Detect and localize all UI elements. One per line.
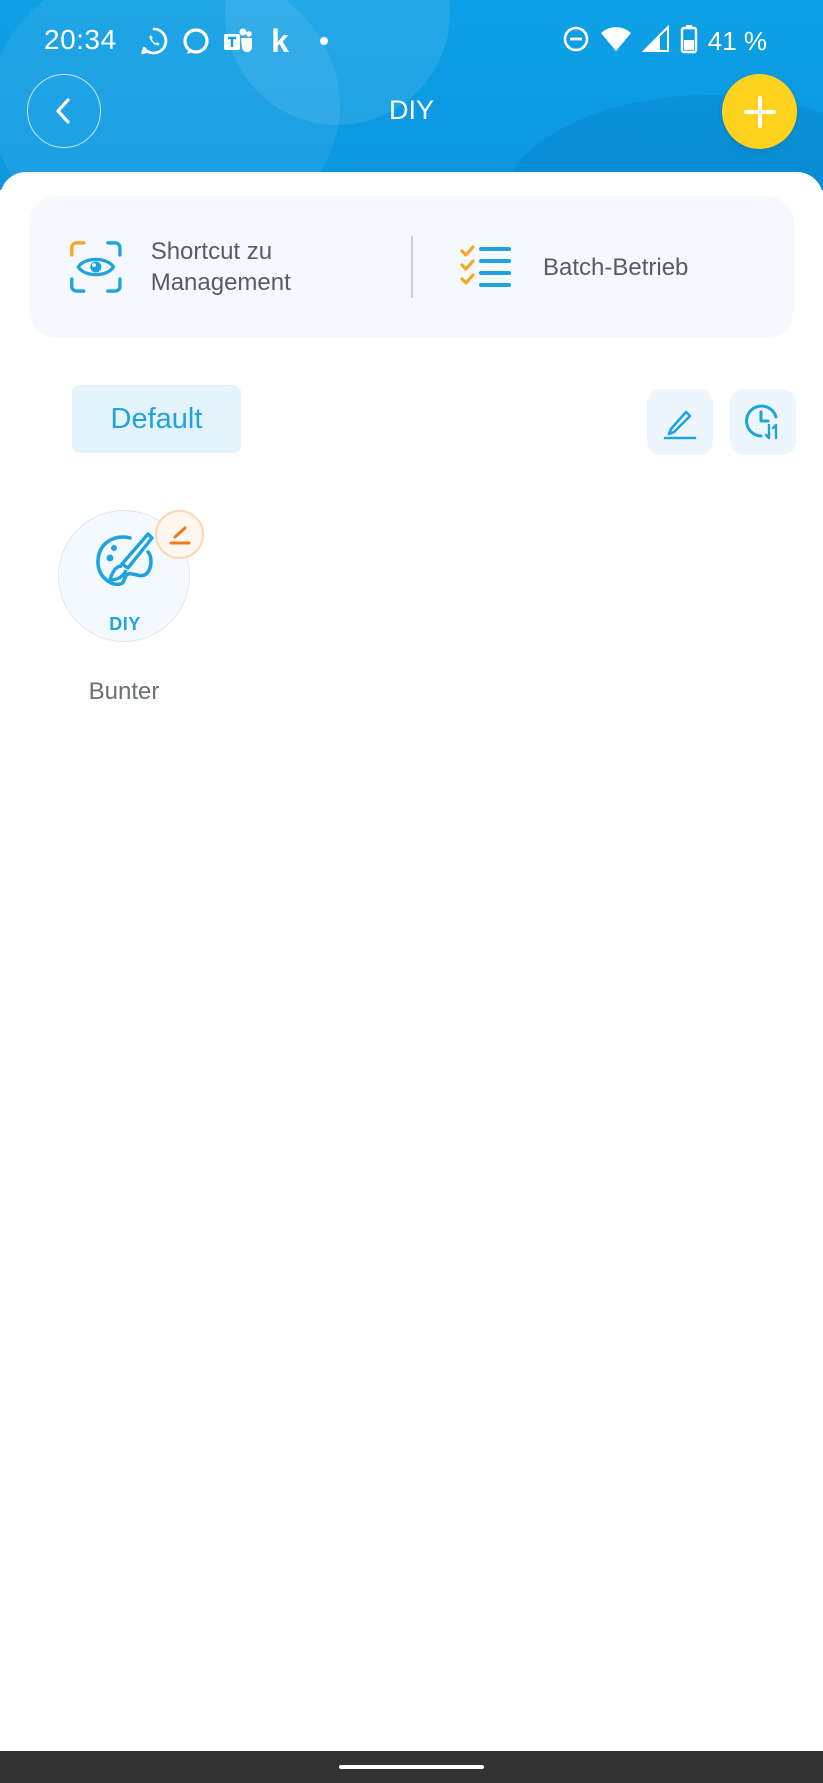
clock-sort-icon: [745, 404, 778, 440]
scene-type-badge: DIY: [109, 614, 141, 634]
shortcut-management-label: Shortcut zu Management: [150, 238, 291, 296]
content-panel: Shortcut zu Management Batch-Betrieb Def…: [0, 172, 823, 1752]
scene-edit-button[interactable]: [155, 510, 204, 559]
status-time: 20:34: [44, 24, 117, 55]
screen: 20:34 k 41 % DIY Shortcut zu Management …: [0, 0, 823, 1783]
notification-icons: k: [138, 24, 328, 58]
shortcut-management-button[interactable]: Shortcut zu Management: [69, 196, 399, 338]
pencil-icon: [663, 410, 697, 440]
scene-name: Bunter: [88, 678, 160, 705]
edit-icon: [169, 526, 190, 544]
battery-icon: [680, 24, 698, 59]
teams-icon: [222, 25, 254, 57]
group-tab-default[interactable]: Default: [72, 385, 241, 453]
checklist-icon: [460, 245, 511, 287]
page-title: DIY: [388, 95, 434, 125]
palette-brush-icon: [96, 532, 154, 587]
cell-signal-icon: [641, 24, 670, 58]
divider: [411, 236, 413, 298]
system-icons: 41 %: [562, 24, 767, 58]
batch-operation-label: Batch-Betrieb: [543, 253, 689, 281]
kleinanzeigen-icon: k: [271, 23, 289, 59]
alexa-icon: [180, 25, 212, 57]
navigation-bar: [0, 1751, 823, 1783]
wifi-icon: [600, 25, 632, 58]
whatsapp-icon: [138, 25, 170, 57]
header: 20:34 k 41 % DIY: [0, 0, 823, 190]
scene-item[interactable]: DIY Bunter: [58, 510, 204, 705]
status-bar: 20:34 k 41 %: [0, 0, 823, 84]
add-scene-button[interactable]: [722, 74, 797, 149]
quick-actions-card: Shortcut zu Management Batch-Betrieb: [29, 196, 794, 338]
battery-percent: 41 %: [707, 25, 767, 56]
notification-dot: [320, 37, 328, 45]
edit-groups-button[interactable]: [647, 389, 713, 455]
eye-scan-icon: [70, 241, 122, 293]
plus-icon: [743, 95, 776, 128]
sort-history-button[interactable]: [730, 389, 796, 455]
home-gesture-handle[interactable]: [339, 1765, 484, 1769]
batch-operation-button[interactable]: Batch-Betrieb: [459, 196, 779, 338]
dnd-icon: [562, 25, 590, 58]
